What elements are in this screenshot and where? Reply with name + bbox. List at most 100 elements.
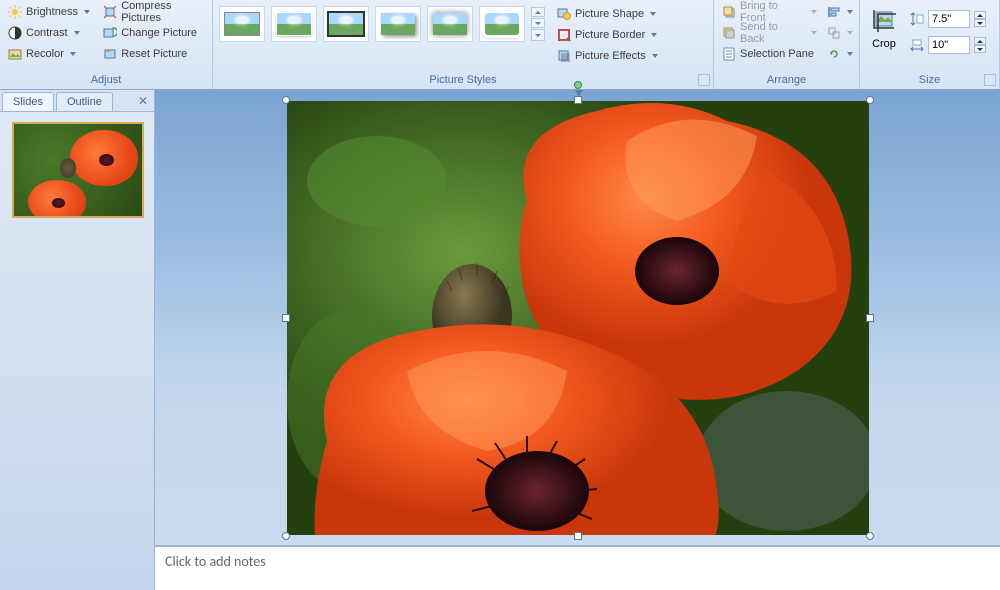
height-input[interactable]: [928, 10, 970, 28]
bring-front-icon: [722, 5, 736, 19]
selection-pane-label: Selection Pane: [740, 48, 814, 60]
reset-picture-icon: [103, 47, 117, 61]
picture-border-icon: [557, 28, 571, 42]
rotate-button[interactable]: [825, 44, 855, 64]
handle-left[interactable]: [282, 314, 290, 322]
recolor-label: Recolor: [26, 48, 64, 60]
align-icon: [827, 5, 841, 19]
contrast-label: Contrast: [26, 27, 68, 39]
handle-top-right[interactable]: [866, 96, 874, 104]
style-thumb-3[interactable]: [323, 6, 369, 42]
group-size: Crop: [860, 0, 1000, 89]
handle-bottom-left[interactable]: [282, 532, 290, 540]
picture-border-label: Picture Border: [575, 29, 645, 41]
tab-outline[interactable]: Outline: [56, 92, 113, 111]
brightness-icon: [8, 5, 22, 19]
caret-icon: [811, 31, 817, 35]
brightness-label: Brightness: [26, 6, 78, 18]
slide-thumbnail-1[interactable]: [12, 122, 144, 218]
handle-right[interactable]: [866, 314, 874, 322]
group-adjust-label: Adjust: [4, 72, 208, 89]
height-row: [910, 8, 986, 30]
caret-icon: [84, 10, 90, 14]
rotate-handle[interactable]: [574, 81, 582, 89]
change-picture-button[interactable]: Change Picture: [99, 23, 208, 43]
height-up[interactable]: [974, 11, 986, 19]
picture-effects-button[interactable]: Picture Effects: [553, 46, 662, 66]
compress-label: Compress Pictures: [121, 0, 204, 24]
styles-dialog-launcher[interactable]: [698, 74, 710, 86]
contrast-button[interactable]: Contrast: [4, 23, 99, 43]
caret-icon: [811, 10, 817, 14]
style-thumb-5[interactable]: [427, 6, 473, 42]
style-thumb-4[interactable]: [375, 6, 421, 42]
brightness-button[interactable]: Brightness: [4, 2, 99, 22]
height-down[interactable]: [974, 19, 986, 27]
contrast-icon: [8, 26, 22, 40]
picture-shape-label: Picture Shape: [575, 8, 644, 20]
handle-bottom-right[interactable]: [866, 532, 874, 540]
style-thumb-2[interactable]: [271, 6, 317, 42]
panel-close-button[interactable]: ✕: [138, 94, 148, 108]
width-down[interactable]: [974, 45, 986, 53]
handle-top[interactable]: [574, 96, 582, 104]
caret-icon: [70, 52, 76, 56]
style-thumb-6[interactable]: [479, 6, 525, 42]
handle-bottom[interactable]: [574, 532, 582, 540]
thumbnail-area[interactable]: 1: [0, 112, 154, 590]
group-size-label: Size: [864, 72, 995, 89]
notes-pane[interactable]: Click to add notes: [155, 545, 1000, 590]
picture-effects-label: Picture Effects: [575, 50, 646, 62]
selection-pane-icon: [722, 47, 736, 61]
ribbon: Brightness Contrast Recolor: [0, 0, 1000, 90]
group-icon: [827, 26, 841, 40]
bring-to-front-button[interactable]: Bring to Front: [718, 2, 821, 22]
send-to-back-button[interactable]: Send to Back: [718, 23, 821, 43]
picture-border-button[interactable]: Picture Border: [553, 25, 662, 45]
workspace: Slides Outline ✕ 1: [0, 90, 1000, 590]
caret-icon: [74, 31, 80, 35]
slide-panel: Slides Outline ✕ 1: [0, 90, 155, 590]
align-button[interactable]: [825, 2, 855, 22]
group-arrange-label: Arrange: [718, 72, 855, 89]
change-picture-icon: [103, 26, 117, 40]
picture-shape-button[interactable]: Picture Shape: [553, 4, 662, 24]
selection-pane-button[interactable]: Selection Pane: [718, 44, 821, 64]
rotate-icon: [827, 47, 841, 61]
style-thumb-1[interactable]: [219, 6, 265, 42]
width-up[interactable]: [974, 37, 986, 45]
caret-icon: [650, 12, 656, 16]
picture-effects-icon: [557, 49, 571, 63]
width-spinner: [974, 37, 986, 53]
selected-picture[interactable]: [287, 101, 869, 535]
handle-top-left[interactable]: [282, 96, 290, 104]
send-back-icon: [722, 26, 736, 40]
compress-icon: [103, 5, 117, 19]
crop-button[interactable]: Crop: [864, 4, 904, 56]
height-icon: [910, 12, 924, 26]
height-spinner: [974, 11, 986, 27]
reset-picture-button[interactable]: Reset Picture: [99, 44, 208, 64]
size-dialog-launcher[interactable]: [984, 74, 996, 86]
group-objects-button[interactable]: [825, 23, 855, 43]
width-input[interactable]: [928, 36, 970, 54]
caret-icon: [847, 52, 853, 56]
width-icon: [910, 38, 924, 52]
width-row: [910, 34, 986, 56]
tab-slides[interactable]: Slides: [2, 92, 54, 111]
gallery-scroll-up[interactable]: [531, 7, 545, 17]
crop-icon: [870, 8, 898, 36]
change-picture-label: Change Picture: [121, 27, 197, 39]
picture-shape-icon: [557, 7, 571, 21]
reset-picture-label: Reset Picture: [121, 48, 187, 60]
recolor-button[interactable]: Recolor: [4, 44, 99, 64]
canvas-area[interactable]: [155, 90, 1000, 545]
styles-gallery[interactable]: [217, 2, 547, 46]
gallery-more[interactable]: [531, 29, 545, 41]
caret-icon: [847, 31, 853, 35]
compress-pictures-button[interactable]: Compress Pictures: [99, 2, 208, 22]
group-picture-styles: Picture Shape Picture Border Picture Eff…: [213, 0, 714, 89]
panel-tabs: Slides Outline ✕: [0, 90, 154, 112]
send-back-label: Send to Back: [740, 21, 805, 45]
gallery-scroll-down[interactable]: [531, 18, 545, 28]
